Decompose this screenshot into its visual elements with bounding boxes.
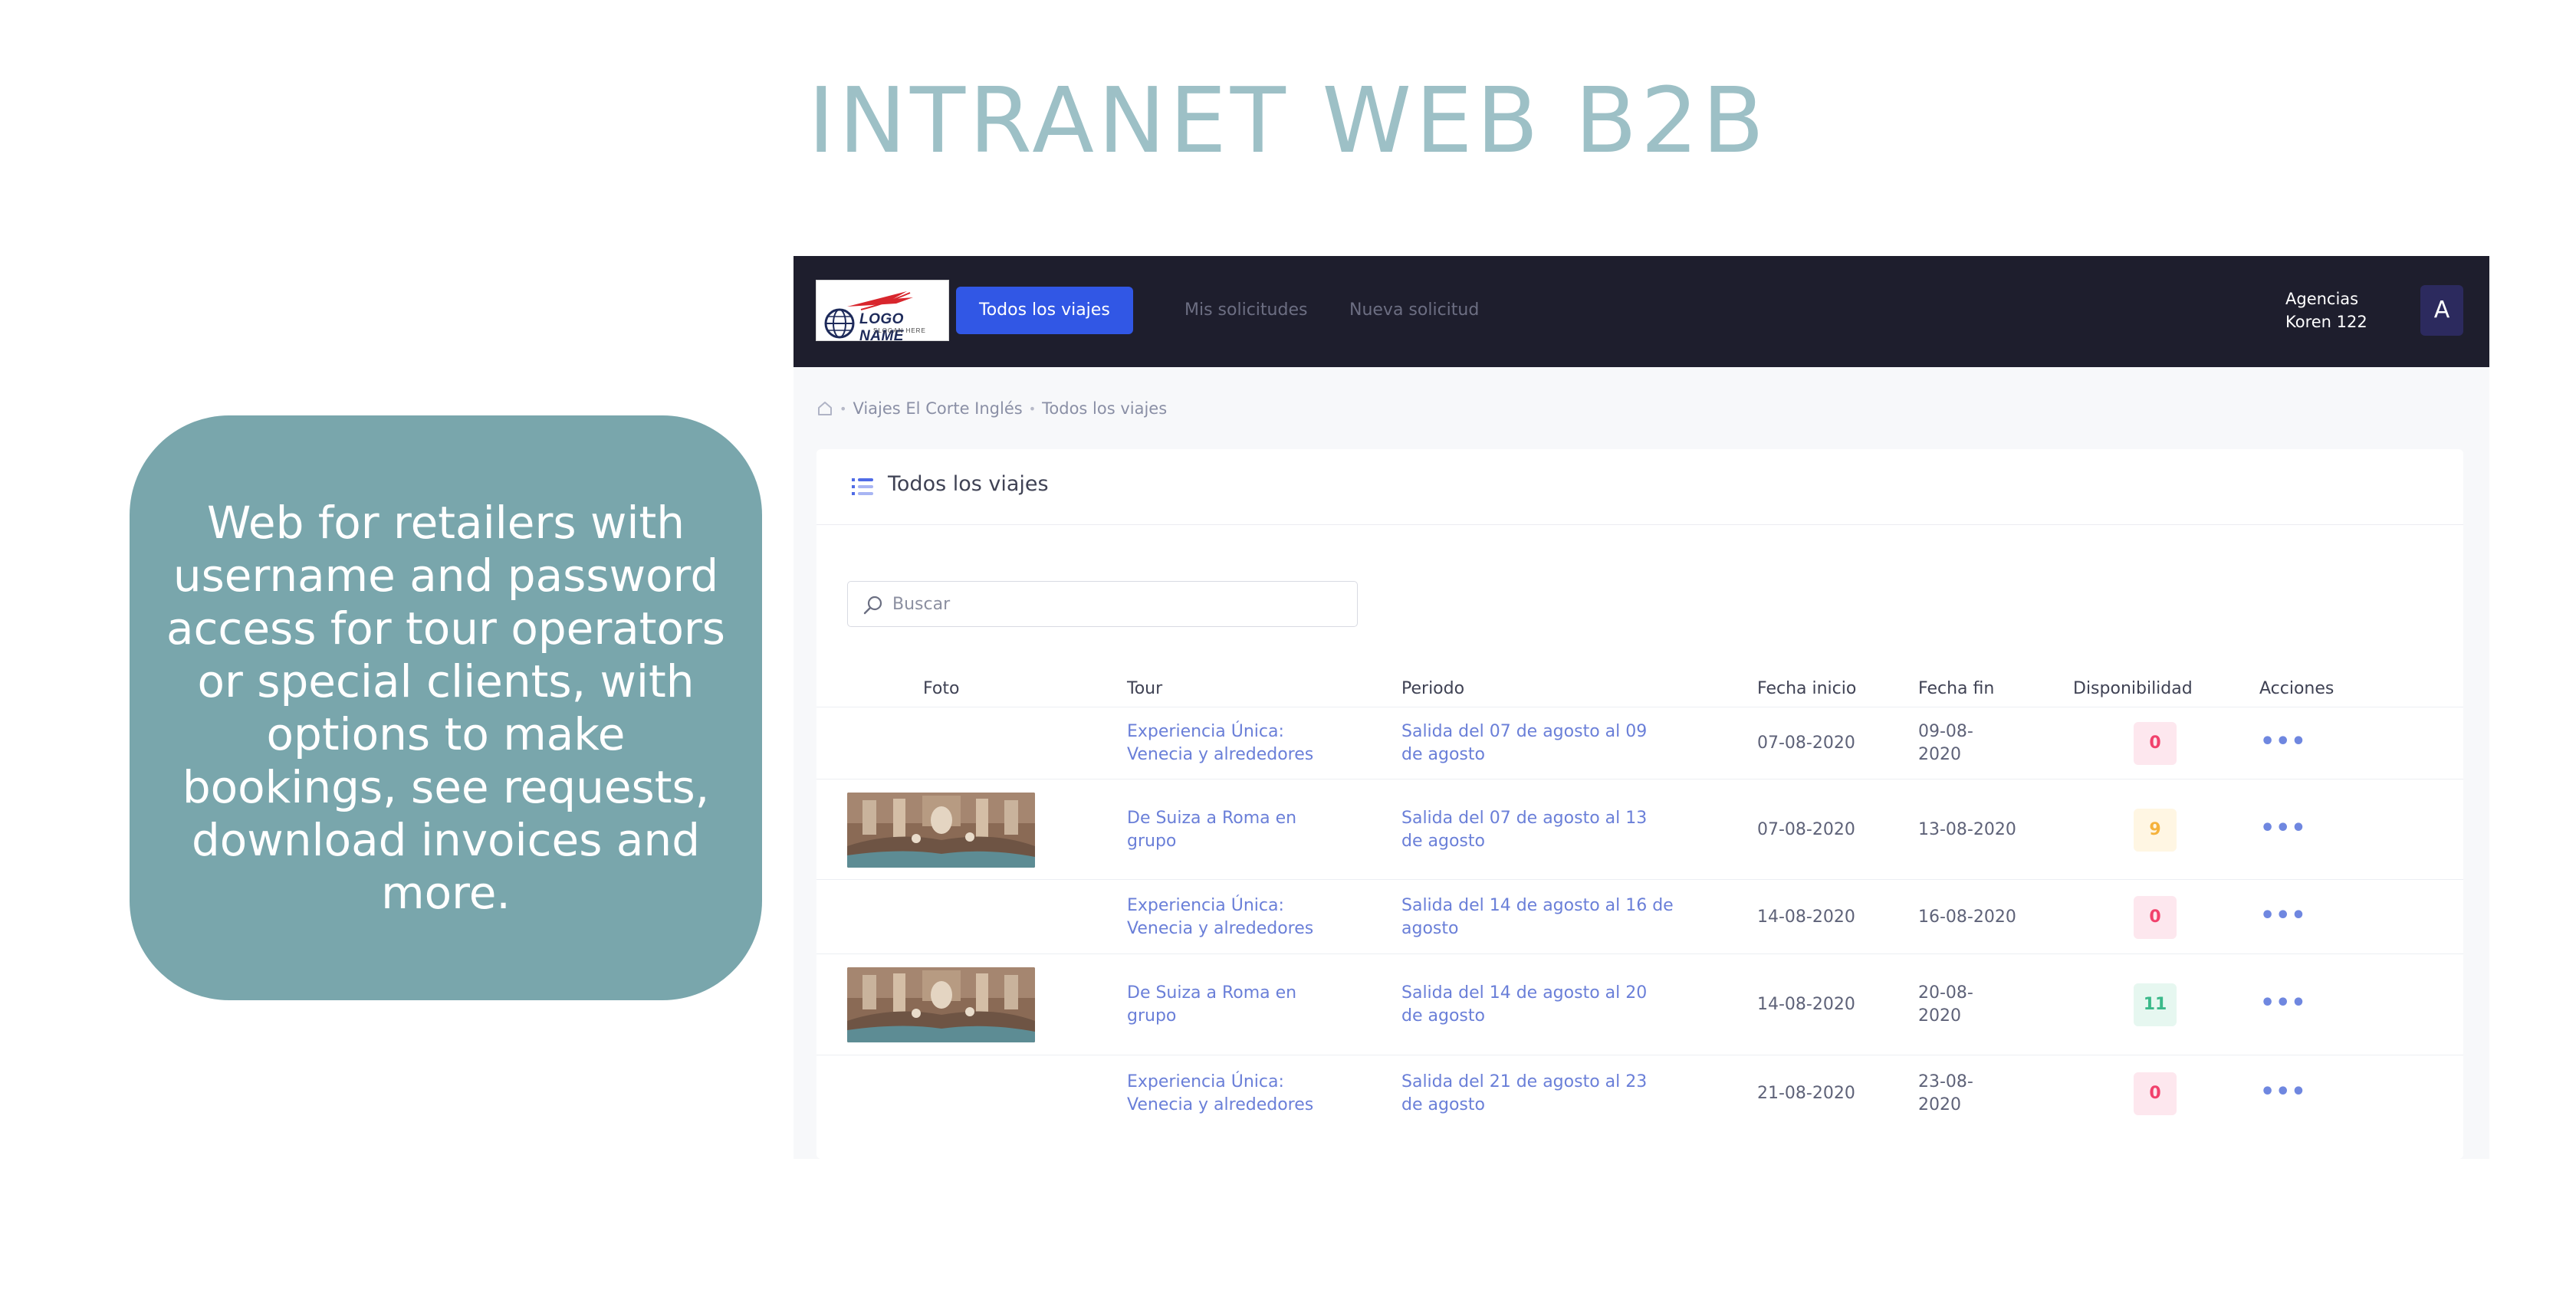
breadcrumb-separator: • [840,401,847,416]
disponibilidad-badge: 0 [2134,895,2177,939]
fecha-fin: 16-08-2020 [1918,907,2016,927]
user-line-1: Agencias [2285,290,2359,308]
fecha-fin: 20-08- 2020 [1918,983,1973,1026]
list-icon [852,478,873,495]
table-row: Experiencia Única: Venecia y alrededores S… [816,707,2463,780]
periodo-link[interactable]: Salida del 14 de agosto al 16 de agosto [1401,894,1674,940]
search-input[interactable] [892,582,1337,626]
tour-photo[interactable] [847,792,1035,868]
nav-item-nueva-solicitud[interactable]: Nueva solicitud [1326,287,1502,334]
col-header-fecha-fin[interactable]: Fecha fin [1918,679,1994,698]
tour-link[interactable]: De Suiza a Roma en grupo [1127,807,1296,853]
nav-item-todos-los-viajes[interactable]: Todos los viajes [956,287,1133,334]
fecha-fin: 13-08-2020 [1918,819,2016,839]
fecha-inicio: 07-08-2020 [1757,819,1855,839]
home-icon[interactable] [816,400,833,417]
breadcrumb-item-1[interactable]: Viajes El Corte Inglés [853,399,1022,418]
actions-menu-icon[interactable]: ••• [2260,815,2307,842]
actions-menu-icon[interactable]: ••• [2260,902,2307,929]
card-title: Todos los viajes [888,472,1049,496]
disponibilidad-badge: 9 [2134,808,2177,852]
disponibilidad-badge: 0 [2134,722,2177,765]
app-screenshot: LOGO NAME SLOGAN HERE Todos los viajes M… [794,256,2489,1159]
table-row: De Suiza a Roma en grupo Salida del 07 de … [816,779,2463,880]
col-header-foto[interactable]: Foto [923,679,959,698]
disponibilidad-badge: 0 [2134,1072,2177,1115]
tour-link[interactable]: Experiencia Única: Venecia y alrededores [1127,720,1313,766]
tour-link[interactable]: Experiencia Única: Venecia y alrededores [1127,894,1313,940]
breadcrumb: • Viajes El Corte Inglés • Todos los via… [816,397,1167,420]
card-header: Todos los viajes [816,449,2463,525]
nav-item-mis-solicitudes[interactable]: Mis solicitudes [1162,287,1330,334]
fecha-inicio: 21-08-2020 [1757,1084,1855,1103]
col-header-periodo[interactable]: Periodo [1401,679,1464,698]
user-line-2: Koren 122 [2285,313,2367,331]
col-header-fecha-inicio[interactable]: Fecha inicio [1757,679,1856,698]
search-box[interactable] [847,581,1358,627]
tour-link[interactable]: Experiencia Única: Venecia y alrededores [1127,1071,1313,1117]
top-navbar: LOGO NAME SLOGAN HERE Todos los viajes M… [794,256,2489,367]
disponibilidad-badge: 11 [2134,983,2177,1026]
col-header-tour[interactable]: Tour [1127,679,1162,698]
periodo-link[interactable]: Salida del 07 de agosto al 09 de agosto [1401,720,1647,766]
breadcrumb-separator: • [1028,401,1037,416]
col-header-disponibilidad[interactable]: Disponibilidad [2073,679,2193,698]
table-row: Experiencia Única: Venecia y alrededores S… [816,1055,2463,1132]
periodo-link[interactable]: Salida del 07 de agosto al 13 de agosto [1401,807,1647,853]
actions-menu-icon[interactable]: ••• [2260,1078,2307,1105]
table-row: Experiencia Única: Venecia y alrededores S… [816,879,2463,954]
trips-card: Todos los viajes Foto Tour Periodo Fecha… [816,449,2463,1159]
tour-link[interactable]: De Suiza a Roma en grupo [1127,982,1296,1028]
description-text: Web for retailers with username and pass… [166,496,725,919]
actions-menu-icon[interactable]: ••• [2260,728,2307,755]
breadcrumb-item-2[interactable]: Todos los viajes [1042,399,1167,418]
tour-photo[interactable] [847,967,1035,1042]
logo[interactable]: LOGO NAME SLOGAN HERE [816,280,949,344]
table-row: De Suiza a Roma en grupo Salida del 14 de … [816,953,2463,1055]
fecha-fin: 09-08- 2020 [1918,722,1973,764]
periodo-link[interactable]: Salida del 14 de agosto al 20 de agosto [1401,982,1647,1028]
logo-slogan: SLOGAN HERE [873,327,926,334]
fecha-inicio: 14-08-2020 [1757,995,1855,1014]
search-icon [863,596,882,615]
fecha-inicio: 14-08-2020 [1757,907,1855,927]
periodo-link[interactable]: Salida del 21 de agosto al 23 de agosto [1401,1071,1647,1117]
description-bubble: Web for retailers with username and pass… [130,415,762,1000]
fecha-inicio: 07-08-2020 [1757,734,1855,753]
slide-title: INTRANET WEB B2B [807,67,1769,173]
user-name[interactable]: Agencias Koren 122 [2285,287,2367,333]
col-header-acciones[interactable]: Acciones [2259,679,2334,698]
avatar[interactable]: A [2420,285,2463,336]
actions-menu-icon[interactable]: ••• [2260,990,2307,1016]
fecha-fin: 23-08- 2020 [1918,1072,1973,1114]
